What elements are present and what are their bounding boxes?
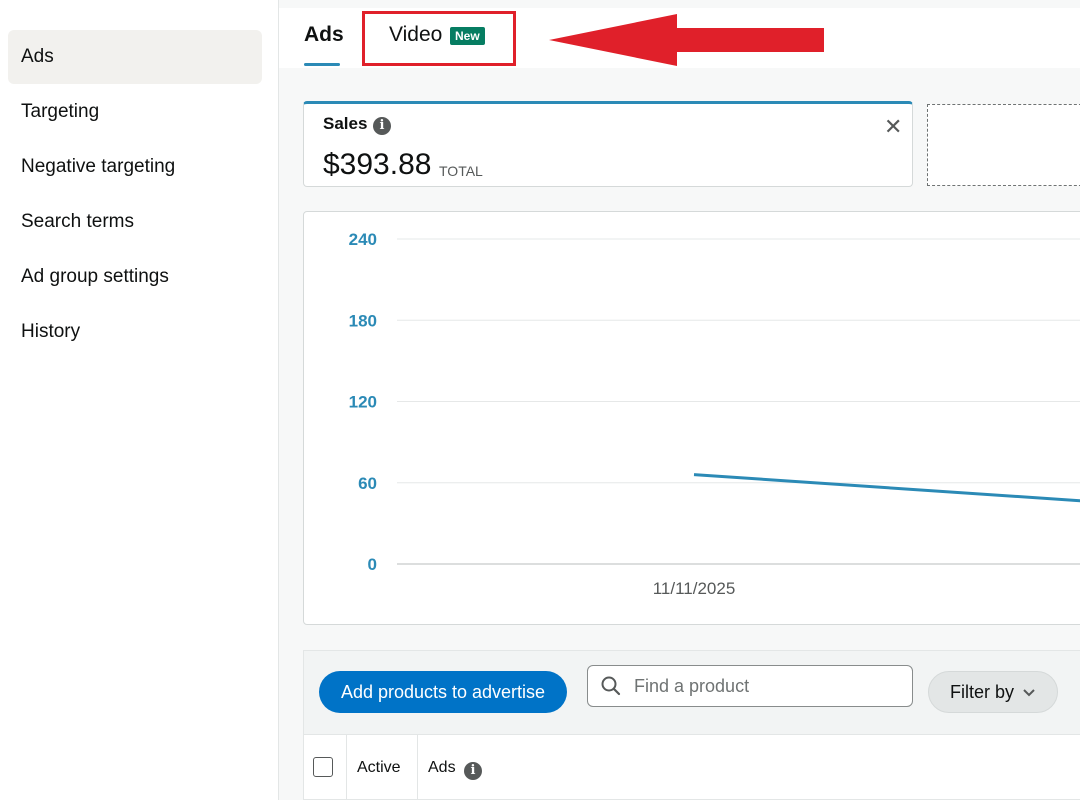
search-box[interactable] — [587, 665, 913, 707]
sidebar-item-label: Negative targeting — [21, 156, 176, 177]
search-input[interactable] — [632, 674, 906, 698]
column-header-active[interactable]: Active — [357, 759, 401, 777]
tab-ads[interactable]: Ads — [304, 23, 344, 47]
y-tick-label: 0 — [368, 555, 377, 574]
sidebar-item-ads[interactable]: Ads — [8, 30, 262, 84]
filter-label: Filter by — [949, 681, 1014, 702]
metric-label: Sales — [323, 114, 368, 133]
sidebar-item-targeting[interactable]: Targeting — [8, 85, 262, 139]
close-icon[interactable]: ✕ — [884, 114, 902, 140]
sales-chart: 240 180 120 60 0 11/11/2025 — [303, 211, 1080, 625]
tab-bar: Ads Video New — [279, 8, 1080, 68]
app-root: Ads Targeting Negative targeting Search … — [0, 0, 1080, 800]
metric-value: $393.88 — [323, 148, 432, 181]
column-header-ads[interactable]: Ads — [428, 759, 456, 777]
y-tick-label: 240 — [349, 230, 377, 249]
add-metric-slot[interactable] — [927, 104, 1080, 186]
sales-metric-card[interactable]: Sales i $393.88 TOTAL ✕ — [303, 101, 913, 187]
sidebar-item-ad-group-settings[interactable]: Ad group settings — [8, 250, 262, 304]
sidebar-item-search-terms[interactable]: Search terms — [8, 195, 262, 249]
metric-total-label: TOTAL — [439, 163, 483, 179]
ads-toolbar: Add products to advertise Filter by — [303, 650, 1080, 734]
active-column-cell: Active — [346, 735, 418, 800]
y-tick-label: 120 — [349, 393, 377, 412]
table-header: Active Ads i — [303, 734, 1080, 800]
sidebar-item-label: Ads — [21, 46, 54, 67]
sidebar-item-label: Search terms — [21, 211, 134, 232]
x-tick-label: 11/11/2025 — [653, 579, 736, 598]
sidebar-item-label: History — [21, 321, 81, 342]
chevron-down-icon — [1023, 689, 1035, 697]
sidebar-item-label: Targeting — [21, 101, 100, 122]
active-tab-indicator — [304, 63, 340, 66]
select-all-cell — [304, 735, 347, 800]
filter-by-button[interactable]: Filter by — [928, 671, 1058, 713]
y-tick-label: 180 — [349, 311, 377, 330]
annotation-highlight-box — [362, 11, 516, 66]
sidebar-item-label: Ad group settings — [21, 266, 169, 287]
main-content: Ads Video New Sales i $393.88 TOTAL ✕ 24… — [279, 0, 1080, 800]
info-icon[interactable]: i — [464, 762, 482, 780]
sidebar-item-history[interactable]: History — [8, 305, 262, 359]
select-all-checkbox[interactable] — [313, 757, 333, 777]
y-tick-label: 60 — [358, 474, 377, 493]
search-icon — [601, 676, 621, 696]
sales-series-line — [693, 473, 1080, 503]
info-icon[interactable]: i — [373, 117, 391, 135]
sidebar: Ads Targeting Negative targeting Search … — [0, 0, 279, 800]
chart-svg: 240 180 120 60 0 11/11/2025 — [349, 230, 1080, 598]
sidebar-item-negative-targeting[interactable]: Negative targeting — [8, 140, 262, 194]
add-products-button[interactable]: Add products to advertise — [319, 671, 567, 713]
annotation-arrow-icon — [549, 14, 824, 66]
